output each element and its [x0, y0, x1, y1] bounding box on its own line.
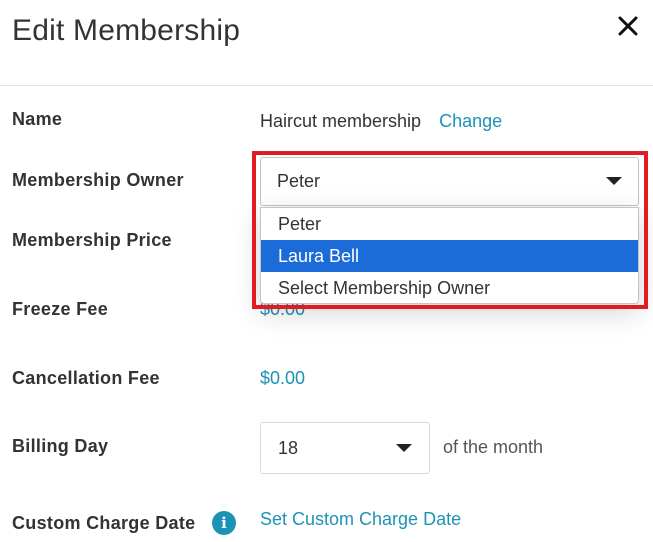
- change-name-link[interactable]: Change: [439, 111, 502, 131]
- membership-price-label: Membership Price: [12, 230, 172, 250]
- owner-option-select-placeholder[interactable]: Select Membership Owner: [261, 272, 638, 303]
- owner-option-peter[interactable]: Peter: [261, 208, 638, 240]
- name-label: Name: [12, 109, 63, 129]
- membership-owner-select[interactable]: Peter: [260, 157, 639, 206]
- set-custom-charge-date-link[interactable]: Set Custom Charge Date: [260, 509, 461, 530]
- custom-charge-date-label: Custom Charge Date: [12, 513, 196, 533]
- name-value: Haircut membership Change: [260, 111, 502, 132]
- close-icon: [618, 16, 638, 36]
- modal-header: Edit Membership: [0, 0, 653, 86]
- close-button[interactable]: [612, 10, 644, 42]
- membership-name: Haircut membership: [260, 111, 422, 131]
- modal-title: Edit Membership: [12, 14, 241, 47]
- info-icon[interactable]: i: [212, 511, 236, 535]
- chevron-down-icon: [396, 444, 412, 452]
- cancellation-fee-value[interactable]: $0.00: [260, 368, 305, 389]
- billing-day-label: Billing Day: [12, 436, 109, 456]
- owner-option-laura-bell[interactable]: Laura Bell: [261, 240, 638, 272]
- membership-owner-label: Membership Owner: [12, 170, 184, 190]
- billing-day-select[interactable]: 18: [260, 422, 430, 474]
- membership-owner-dropdown: Peter Laura Bell Select Membership Owner: [260, 207, 639, 304]
- cancellation-fee-label: Cancellation Fee: [12, 368, 160, 388]
- chevron-down-icon: [606, 177, 622, 185]
- membership-owner-selected: Peter: [277, 171, 321, 191]
- freeze-fee-label: Freeze Fee: [12, 299, 109, 319]
- billing-day-suffix: of the month: [443, 437, 544, 457]
- billing-day-selected: 18: [278, 438, 299, 458]
